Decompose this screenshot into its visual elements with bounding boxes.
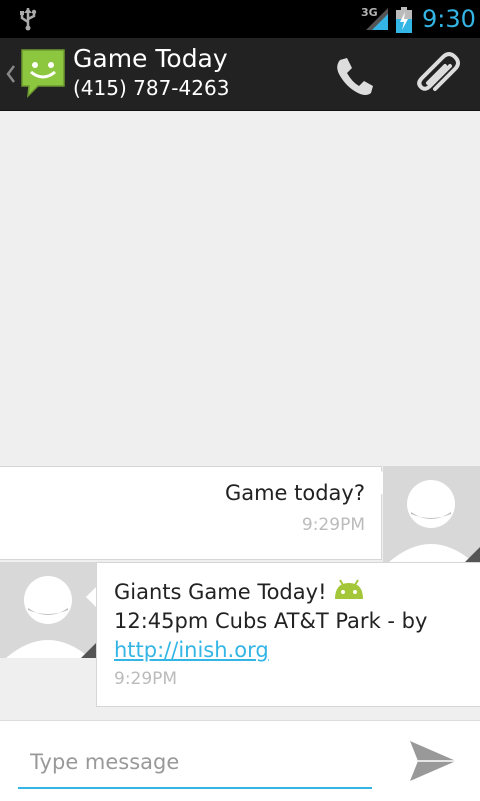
messaging-app-icon[interactable] bbox=[20, 48, 66, 98]
avatar-contact[interactable] bbox=[0, 562, 96, 658]
avatar-me[interactable] bbox=[383, 466, 480, 562]
status-bar: 3G 9:30 bbox=[0, 0, 480, 38]
message-link[interactable]: http://inish.org bbox=[114, 638, 269, 662]
message-link-line: http://inish.org bbox=[114, 636, 269, 665]
message-timestamp: 9:29PM bbox=[114, 669, 178, 689]
android-icon bbox=[335, 579, 364, 599]
action-bar: Game Today (415) 787-4263 bbox=[0, 38, 480, 111]
message-input[interactable] bbox=[18, 737, 372, 789]
phone-icon bbox=[337, 58, 373, 95]
conversation-list[interactable]: Game today? 9:29PM Giants Game Today! 12… bbox=[0, 111, 480, 719]
signal-icon bbox=[366, 8, 388, 30]
compose-bar bbox=[0, 720, 480, 801]
usb-icon bbox=[20, 8, 37, 31]
call-button[interactable] bbox=[330, 52, 378, 100]
message-text: Giants Game Today! bbox=[114, 580, 327, 604]
contact-name: Game Today bbox=[73, 44, 228, 73]
contact-number: (415) 787-4263 bbox=[73, 76, 230, 100]
message-text-line: Giants Game Today! bbox=[114, 578, 366, 607]
send-icon bbox=[410, 741, 456, 781]
message-bubble-outgoing[interactable]: Game today? 9:29PM bbox=[0, 466, 382, 560]
send-button[interactable] bbox=[404, 737, 460, 785]
message-text: 12:45pm Cubs AT&T Park - by bbox=[114, 609, 428, 633]
back-chevron-icon[interactable] bbox=[6, 64, 16, 84]
status-clock: 9:30 bbox=[422, 5, 476, 33]
message-timestamp: 9:29PM bbox=[301, 515, 365, 535]
attach-button[interactable] bbox=[412, 52, 464, 100]
message-bubble-incoming[interactable]: Giants Game Today! 12:45pm Cubs AT&T Par… bbox=[96, 562, 480, 707]
paperclip-icon bbox=[417, 52, 460, 91]
battery-charging-icon bbox=[396, 7, 412, 33]
message-text: Game today? bbox=[224, 481, 365, 505]
